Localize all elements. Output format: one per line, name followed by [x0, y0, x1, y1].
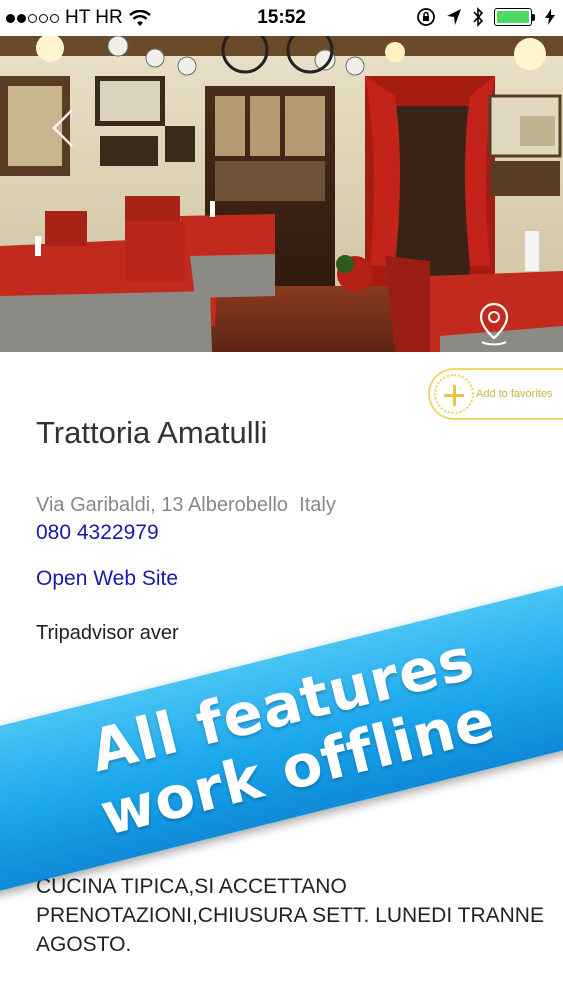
- plus-icon: [434, 374, 474, 414]
- restaurant-name: Trattoria Amatulli: [36, 415, 268, 450]
- tripadvisor-rating-text: Tripadvisor aver: [36, 622, 179, 644]
- add-to-favorites-button[interactable]: Add to favorites: [428, 368, 563, 420]
- restaurant-photo[interactable]: [0, 36, 563, 352]
- battery-icon: [494, 8, 535, 26]
- open-website-link[interactable]: Open Web Site: [36, 567, 178, 591]
- location-arrow-icon: [447, 9, 461, 25]
- map-pin-icon[interactable]: [476, 302, 512, 348]
- rotation-lock-icon: [417, 8, 435, 26]
- status-bar: HT HR 15:52: [0, 0, 563, 36]
- bluetooth-icon: [473, 7, 484, 27]
- restaurant-address: Via Garibaldi, 13 Alberobello Italy: [36, 494, 336, 516]
- restaurant-description: CUCINA TIPICA,SI ACCETTANO PRENOTAZIONI,…: [36, 875, 544, 956]
- charging-icon: [545, 9, 555, 25]
- add-to-favorites-label: Add to favorites: [476, 388, 553, 400]
- chevron-left-icon[interactable]: [50, 108, 78, 148]
- status-right: [416, 7, 555, 27]
- phone-link[interactable]: 080 4322979: [36, 521, 159, 545]
